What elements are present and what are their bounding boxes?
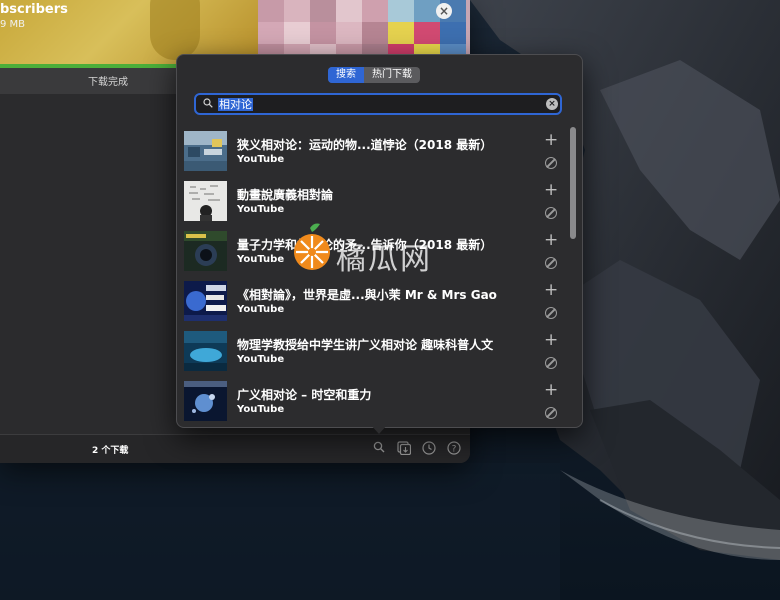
- tab-search[interactable]: 搜索: [328, 67, 364, 83]
- result-title: 物理学教授给中学生讲广义相对论 趣味科普人文: [237, 338, 494, 352]
- result-title: 狭义相对论：运动的物...道悖论（2018 最新）: [237, 138, 493, 152]
- add-download-icon[interactable]: +: [544, 232, 558, 249]
- clear-search-icon[interactable]: ×: [546, 98, 558, 110]
- download-item-size: 9 MB: [0, 19, 26, 30]
- search-icon: [203, 98, 213, 108]
- results-scrollbar[interactable]: [570, 127, 577, 423]
- main-window-footer: 2 个下载 ?: [0, 434, 470, 463]
- add-download-icon[interactable]: +: [544, 332, 558, 349]
- result-thumbnail: [184, 381, 227, 421]
- block-icon[interactable]: [545, 207, 557, 219]
- tab-popular-downloads[interactable]: 热门下载: [364, 67, 420, 83]
- download-item-title: bscribers: [0, 2, 68, 17]
- block-icon[interactable]: [545, 407, 557, 419]
- result-row[interactable]: 狭义相对论：运动的物...道悖论（2018 最新） YouTube +: [177, 125, 569, 175]
- popover-arrow: [370, 424, 388, 434]
- batch-download-icon[interactable]: [396, 441, 412, 457]
- block-icon[interactable]: [545, 357, 557, 369]
- block-icon[interactable]: [545, 157, 557, 169]
- result-source: YouTube: [237, 204, 285, 215]
- block-icon[interactable]: [545, 307, 557, 319]
- result-title: 動畫說廣義相對論: [237, 188, 334, 202]
- result-title: 《相對論》，世界是虛...與小茉 Mr & Mrs Gao: [237, 288, 497, 302]
- block-icon[interactable]: [545, 257, 557, 269]
- add-download-icon[interactable]: +: [544, 282, 558, 299]
- add-download-icon[interactable]: +: [544, 182, 558, 199]
- result-row[interactable]: 動畫說廣義相對論 YouTube +: [177, 175, 569, 225]
- result-source: YouTube: [237, 354, 285, 365]
- result-source: YouTube: [237, 404, 285, 415]
- watermark-text: 橘瓜网: [336, 242, 432, 277]
- history-icon[interactable]: [421, 441, 437, 457]
- search-icon[interactable]: [371, 441, 387, 457]
- result-title: 广义相对论 – 时空和重力: [237, 388, 372, 402]
- help-icon[interactable]: ?: [446, 441, 462, 457]
- tab-segmented-control: 搜索 热门下载: [328, 67, 420, 83]
- result-source: YouTube: [237, 154, 285, 165]
- result-thumbnail: [184, 131, 227, 171]
- watermark: 橘瓜网: [290, 222, 440, 282]
- add-download-icon[interactable]: +: [544, 382, 558, 399]
- result-row[interactable]: 物理学教授给中学生讲广义相对论 趣味科普人文 YouTube +: [177, 325, 569, 375]
- orange-logo-icon: [294, 223, 330, 270]
- result-thumbnail: [184, 331, 227, 371]
- close-icon[interactable]: ×: [436, 3, 452, 19]
- download-count: 2 个下载: [92, 446, 129, 456]
- result-row[interactable]: 广义相对论 – 时空和重力 YouTube +: [177, 375, 569, 425]
- result-thumbnail: [184, 181, 227, 221]
- result-source: YouTube: [237, 304, 285, 315]
- result-thumbnail: [184, 281, 227, 321]
- result-thumbnail: [184, 231, 227, 271]
- svg-text:?: ?: [452, 445, 457, 455]
- add-download-icon[interactable]: +: [544, 132, 558, 149]
- search-field[interactable]: 相对论 ×: [194, 93, 562, 115]
- result-source: YouTube: [237, 254, 285, 265]
- scrollbar-thumb[interactable]: [570, 127, 576, 239]
- search-query-text: 相对论: [218, 98, 253, 111]
- result-row[interactable]: 《相對論》，世界是虛...與小茉 Mr & Mrs Gao YouTube +: [177, 275, 569, 325]
- search-input[interactable]: 相对论: [218, 96, 536, 112]
